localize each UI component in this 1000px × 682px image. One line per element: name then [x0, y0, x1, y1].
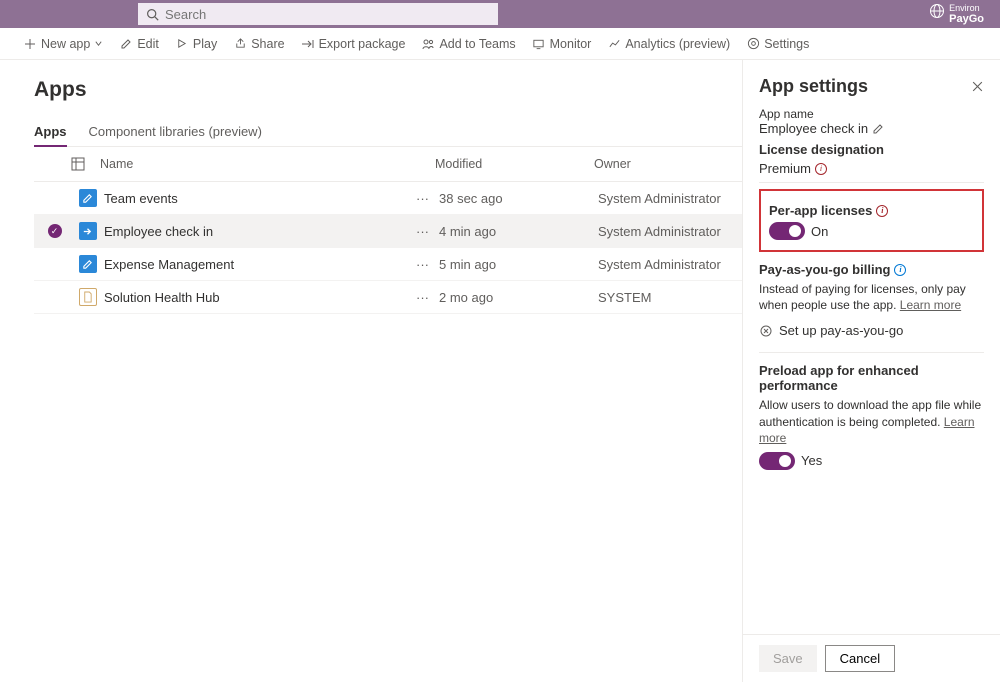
more-actions-button[interactable]: ···: [406, 290, 439, 305]
environment-indicator[interactable]: Environ PayGo: [929, 3, 984, 25]
col-header-modified[interactable]: Modified: [435, 157, 594, 171]
app-icon: [71, 189, 104, 207]
app-owner: SYSTEM: [598, 290, 742, 305]
info-icon[interactable]: i: [815, 163, 827, 175]
license-value: Premium: [759, 161, 811, 176]
setup-payg-link[interactable]: Set up pay-as-you-go: [759, 323, 984, 338]
app-name: Employee check in: [104, 224, 406, 239]
table-row[interactable]: ✓ Employee check in ··· 4 min ago System…: [34, 215, 742, 248]
tab-apps[interactable]: Apps: [34, 120, 67, 146]
add-to-teams-button[interactable]: Add to Teams: [421, 37, 515, 51]
analytics-icon: [607, 37, 621, 51]
top-bar: Environ PayGo: [0, 0, 1000, 28]
more-actions-button[interactable]: ···: [406, 191, 439, 206]
settings-panel: App settings App name Employee check in …: [742, 60, 1000, 682]
monitor-button[interactable]: Monitor: [532, 37, 592, 51]
settings-button[interactable]: Settings: [746, 37, 809, 51]
environment-icon: [929, 3, 945, 19]
environment-name: PayGo: [949, 14, 984, 25]
search-input-wrap[interactable]: [138, 3, 498, 25]
preload-description: Allow users to download the app file whi…: [759, 397, 984, 446]
chevron-down-icon: [94, 39, 103, 48]
col-header-name[interactable]: Name: [100, 157, 435, 171]
tab-component-libraries[interactable]: Component libraries (preview): [89, 120, 262, 146]
license-heading: License designation: [759, 142, 984, 157]
app-icon: [71, 288, 104, 306]
export-icon: [301, 37, 315, 51]
save-button[interactable]: Save: [759, 645, 817, 672]
app-icon: [71, 255, 104, 273]
pencil-icon: [119, 37, 133, 51]
app-owner: System Administrator: [598, 191, 742, 206]
search-input[interactable]: [165, 7, 490, 22]
app-modified: 5 min ago: [439, 257, 598, 272]
selected-check-icon: ✓: [48, 224, 62, 238]
info-icon[interactable]: i: [876, 205, 888, 217]
table-row[interactable]: Team events ··· 38 sec ago System Admini…: [34, 182, 742, 215]
cancel-button[interactable]: Cancel: [825, 645, 895, 672]
page-title: Apps: [34, 78, 742, 102]
app-owner: System Administrator: [598, 257, 742, 272]
table-row[interactable]: Solution Health Hub ··· 2 mo ago SYSTEM: [34, 281, 742, 314]
payg-description: Instead of paying for licenses, only pay…: [759, 281, 984, 313]
layout-icon[interactable]: [71, 157, 100, 171]
table-row[interactable]: Expense Management ··· 5 min ago System …: [34, 248, 742, 281]
app-owner: System Administrator: [598, 224, 742, 239]
preload-toggle[interactable]: [759, 452, 795, 470]
play-icon: [175, 37, 189, 51]
panel-title: App settings: [759, 76, 868, 97]
info-icon[interactable]: i: [894, 264, 906, 276]
preload-heading: Preload app for enhanced performance: [759, 363, 984, 393]
app-modified: 4 min ago: [439, 224, 598, 239]
command-bar: New app Edit Play Share Export package A…: [0, 28, 1000, 60]
search-icon: [146, 8, 159, 21]
grid-header: Name Modified Owner: [34, 147, 742, 182]
perapp-heading: Per-app licenses: [769, 203, 872, 218]
preload-toggle-label: Yes: [801, 453, 822, 468]
perapp-toggle-label: On: [811, 224, 828, 239]
app-modified: 38 sec ago: [439, 191, 598, 206]
more-actions-button[interactable]: ···: [406, 257, 439, 272]
col-header-owner[interactable]: Owner: [594, 157, 742, 171]
new-app-button[interactable]: New app: [23, 37, 103, 51]
app-name: Expense Management: [104, 257, 406, 272]
tabs: Apps Component libraries (preview): [34, 120, 742, 147]
app-name: Team events: [104, 191, 406, 206]
perapp-toggle[interactable]: [769, 222, 805, 240]
more-actions-button[interactable]: ···: [406, 224, 439, 239]
edit-button[interactable]: Edit: [119, 37, 159, 51]
payg-icon: [759, 324, 773, 338]
app-icon: [71, 222, 104, 240]
play-button[interactable]: Play: [175, 37, 217, 51]
app-modified: 2 mo ago: [439, 290, 598, 305]
share-icon: [233, 37, 247, 51]
apps-list: Team events ··· 38 sec ago System Admini…: [34, 182, 742, 314]
monitor-icon: [532, 37, 546, 51]
analytics-button[interactable]: Analytics (preview): [607, 37, 730, 51]
plus-icon: [23, 37, 37, 51]
share-button[interactable]: Share: [233, 37, 284, 51]
appname-value: Employee check in: [759, 121, 868, 136]
close-icon[interactable]: [971, 80, 984, 93]
teams-icon: [421, 37, 435, 51]
payg-heading: Pay-as-you-go billing: [759, 262, 890, 277]
learn-more-link[interactable]: Learn more: [900, 298, 961, 312]
main-area: Apps Apps Component libraries (preview) …: [0, 60, 742, 682]
gear-icon: [746, 37, 760, 51]
edit-name-icon[interactable]: [872, 123, 884, 135]
app-name: Solution Health Hub: [104, 290, 406, 305]
export-button[interactable]: Export package: [301, 37, 406, 51]
per-app-callout: Per-app licenses i On: [759, 189, 984, 252]
appname-label: App name: [759, 107, 984, 121]
